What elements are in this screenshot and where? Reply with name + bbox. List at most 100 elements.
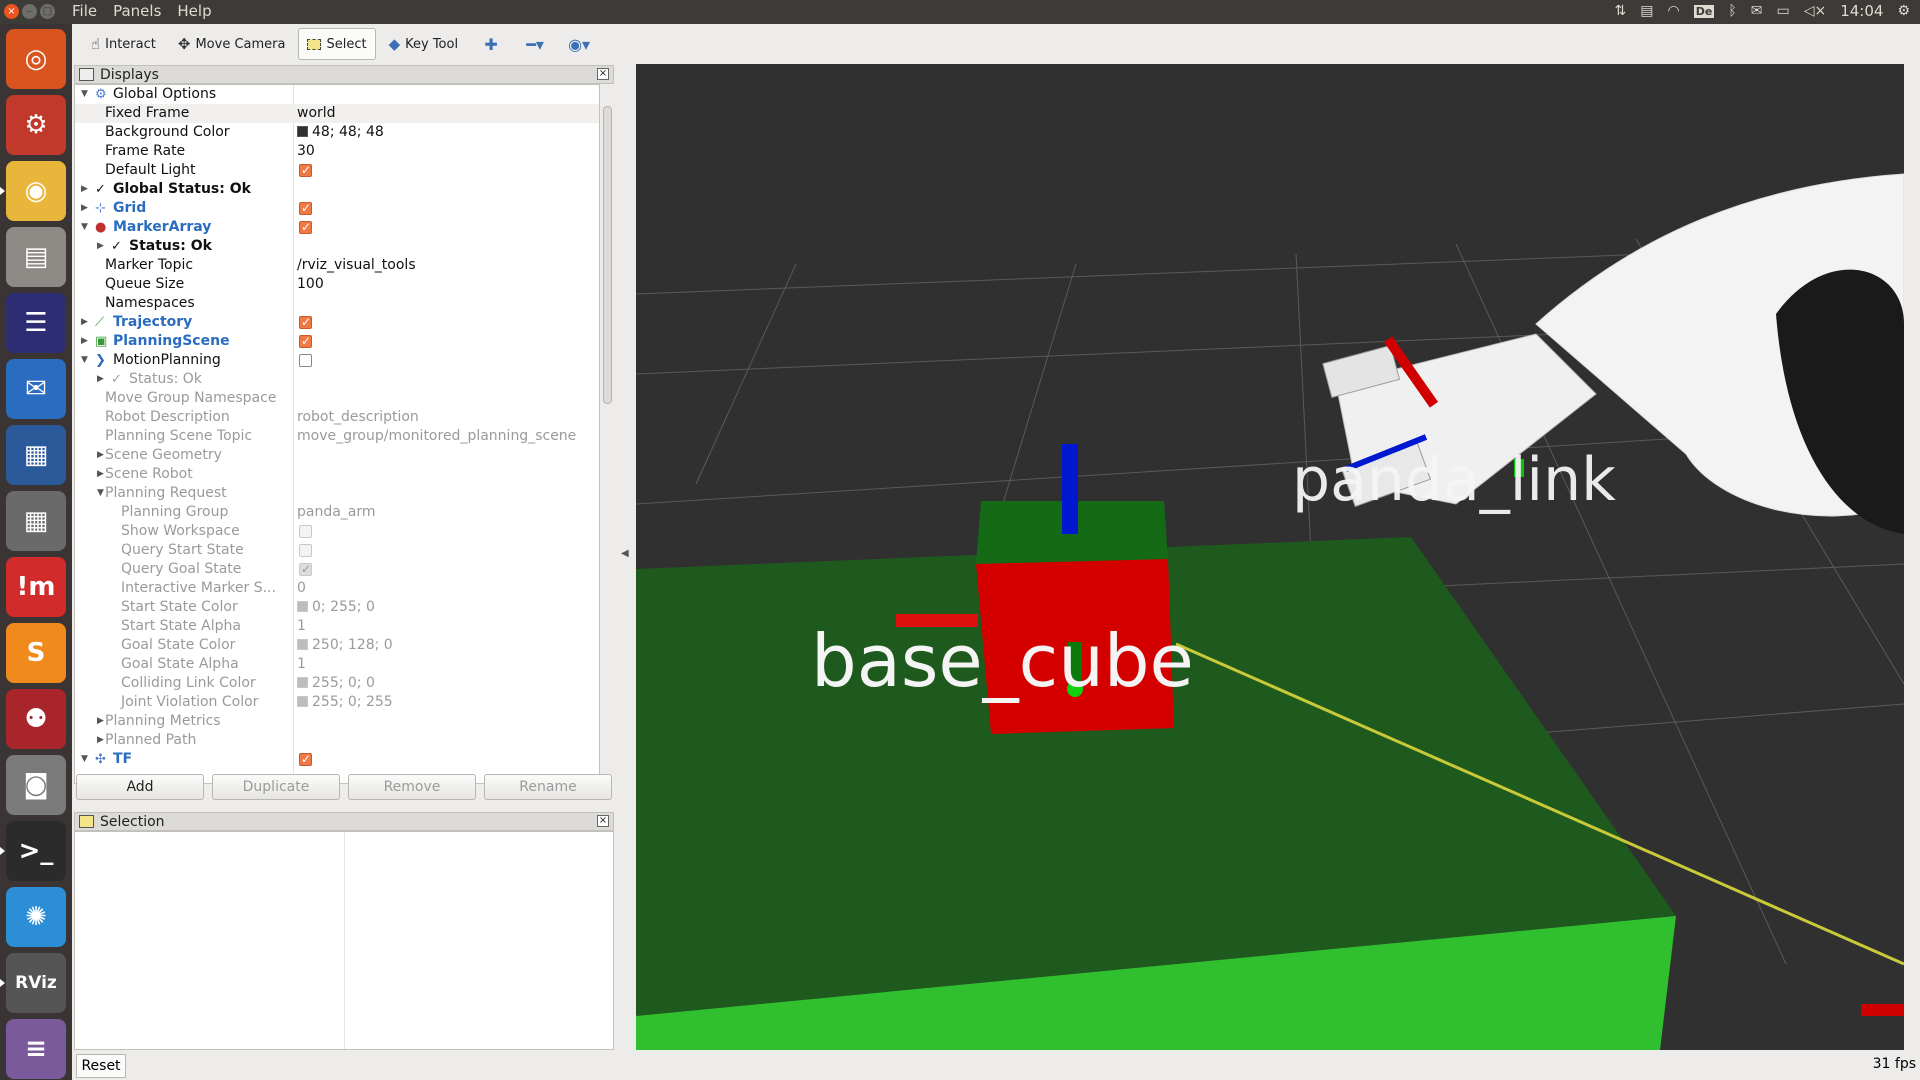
- view-options-button[interactable]: ◉▾: [559, 28, 599, 60]
- launcher-terminal-icon[interactable]: >_: [0, 821, 66, 881]
- display-row[interactable]: Interactive Marker S... 0: [75, 579, 599, 598]
- reset-button[interactable]: Reset: [76, 1054, 126, 1078]
- close-window-icon[interactable]: ×: [4, 4, 19, 19]
- remove-tool-button[interactable]: ━▾: [515, 28, 555, 60]
- display-row-value[interactable]: 255; 0; 0: [297, 674, 375, 693]
- expand-arrow-icon[interactable]: ▶: [81, 313, 88, 332]
- display-row[interactable]: Move Group Namespace: [75, 389, 599, 408]
- display-row[interactable]: ▶ Scene Robot: [75, 465, 599, 484]
- display-row-value[interactable]: 1: [297, 617, 306, 636]
- display-row-value[interactable]: 48; 48; 48: [297, 123, 384, 142]
- display-row[interactable]: ▶ ⊹ Grid: [75, 199, 599, 218]
- display-row[interactable]: Default Light: [75, 161, 599, 180]
- menu-help[interactable]: Help: [177, 2, 211, 20]
- display-row[interactable]: ▼ ❯ MotionPlanning: [75, 351, 599, 370]
- network-transfer-icon[interactable]: ⇅: [1615, 3, 1627, 19]
- expand-arrow-icon[interactable]: ▶: [97, 465, 104, 484]
- launcher-system-settings-icon[interactable]: ⚙: [6, 95, 66, 155]
- keyboard-layout-indicator[interactable]: De: [1693, 4, 1715, 18]
- enable-checkbox[interactable]: [299, 218, 312, 237]
- display-row[interactable]: ▶ ⟋ Trajectory: [75, 313, 599, 332]
- collapse-arrow-icon[interactable]: ▼: [81, 750, 88, 769]
- display-row[interactable]: ▶ Scene Geometry: [75, 446, 599, 465]
- display-row[interactable]: Goal State Color 250; 128; 0: [75, 636, 599, 655]
- enable-checkbox[interactable]: [299, 560, 312, 579]
- launcher-sublime-text-icon[interactable]: S: [6, 623, 66, 683]
- move-camera-tool[interactable]: ✥ Move Camera: [169, 28, 295, 60]
- display-row-value[interactable]: panda_arm: [297, 503, 376, 522]
- wifi-icon[interactable]: ◠: [1668, 3, 1680, 19]
- display-row[interactable]: ▼ ● MarkerArray: [75, 218, 599, 237]
- collapse-left-icon[interactable]: ◀: [621, 548, 629, 559]
- displays-scrollbar[interactable]: [601, 84, 614, 784]
- select-tool[interactable]: Select: [298, 28, 376, 60]
- launcher-chrome-icon[interactable]: ◉: [0, 161, 66, 221]
- clock[interactable]: 14:04: [1840, 2, 1883, 20]
- expand-arrow-icon[interactable]: ▶: [81, 332, 88, 351]
- bluetooth-icon[interactable]: ᛒ: [1728, 3, 1736, 19]
- enable-checkbox[interactable]: [299, 313, 312, 332]
- minimize-window-icon[interactable]: –: [22, 4, 37, 19]
- remove-button[interactable]: Remove: [348, 774, 476, 800]
- display-row[interactable]: Planning Scene Topic move_group/monitored…: [75, 427, 599, 446]
- scrollbar-thumb[interactable]: [603, 106, 612, 404]
- expand-arrow-icon[interactable]: ▶: [97, 370, 104, 389]
- expand-arrow-icon[interactable]: ▶: [97, 446, 104, 465]
- expand-arrow-icon[interactable]: ▶: [97, 712, 104, 731]
- launcher-camera-icon[interactable]: ◙: [6, 755, 66, 815]
- collapse-arrow-icon[interactable]: ▼: [97, 484, 104, 503]
- display-row-value[interactable]: /rviz_visual_tools: [297, 256, 416, 275]
- launcher-calculator-icon[interactable]: ▦: [6, 491, 66, 551]
- battery-icon[interactable]: ▭: [1776, 3, 1789, 19]
- add-tool-button[interactable]: ✚: [471, 28, 511, 60]
- display-row[interactable]: ▶ ✓ Status: Ok: [75, 370, 599, 389]
- display-row[interactable]: ▼ ✣ TF: [75, 750, 599, 769]
- maximize-window-icon[interactable]: □: [40, 4, 55, 19]
- close-icon[interactable]: ×: [597, 68, 609, 80]
- expand-arrow-icon[interactable]: ▶: [97, 237, 104, 256]
- collapse-arrow-icon[interactable]: ▼: [81, 85, 88, 104]
- display-row[interactable]: ▶ ▣ PlanningScene: [75, 332, 599, 351]
- display-row[interactable]: Namespaces: [75, 294, 599, 313]
- mail-icon[interactable]: ✉: [1751, 3, 1763, 19]
- clipboard-icon[interactable]: ▤: [1640, 3, 1653, 19]
- display-row[interactable]: Goal State Alpha 1: [75, 655, 599, 674]
- display-row-value[interactable]: 1: [297, 655, 306, 674]
- menu-panels[interactable]: Panels: [113, 2, 161, 20]
- display-row[interactable]: Joint Violation Color 255; 0; 255: [75, 693, 599, 712]
- display-row[interactable]: Robot Description robot_description: [75, 408, 599, 427]
- launcher-thunderbird-icon[interactable]: ✉: [6, 359, 66, 419]
- display-row[interactable]: ▶ Planned Path: [75, 731, 599, 750]
- enable-checkbox[interactable]: [299, 750, 312, 769]
- launcher-eclipse-icon[interactable]: ☰: [6, 293, 66, 353]
- display-row[interactable]: ▶ ✓ Status: Ok: [75, 237, 599, 256]
- display-row-value[interactable]: 250; 128; 0: [297, 636, 393, 655]
- enable-checkbox[interactable]: [299, 199, 312, 218]
- launcher-stack-icon[interactable]: ≡: [6, 1019, 66, 1079]
- display-row[interactable]: ▶ ✓ Global Status: Ok: [75, 180, 599, 199]
- launcher-impress-icon[interactable]: !m: [6, 557, 66, 617]
- display-row[interactable]: Query Start State: [75, 541, 599, 560]
- gear-icon[interactable]: ⚙: [1897, 3, 1910, 19]
- display-row-value[interactable]: robot_description: [297, 408, 419, 427]
- enable-checkbox[interactable]: [299, 525, 312, 538]
- expand-arrow-icon[interactable]: ▶: [81, 180, 88, 199]
- duplicate-button[interactable]: Duplicate: [212, 774, 340, 800]
- add-button[interactable]: Add: [76, 774, 204, 800]
- display-row[interactable]: ▼ Planning Request: [75, 484, 599, 503]
- expand-arrow-icon[interactable]: ▶: [97, 731, 104, 750]
- display-row[interactable]: Frame Rate 30: [75, 142, 599, 161]
- display-row[interactable]: ▶ Planning Metrics: [75, 712, 599, 731]
- display-row-value[interactable]: world: [297, 104, 336, 123]
- panel-splitter[interactable]: ◀: [616, 64, 636, 1050]
- display-row-value[interactable]: 255; 0; 255: [297, 693, 393, 712]
- display-row-value[interactable]: 30: [297, 142, 315, 161]
- launcher-virtualbox-icon[interactable]: ▦: [6, 425, 66, 485]
- display-row[interactable]: Marker Topic/rviz_visual_tools: [75, 256, 599, 275]
- display-row[interactable]: ▼ ⚙ Global Options: [75, 85, 599, 104]
- launcher-rviz-icon[interactable]: RViz: [0, 953, 66, 1013]
- display-row[interactable]: Planning Group panda_arm: [75, 503, 599, 522]
- collapse-arrow-icon[interactable]: ▼: [81, 351, 88, 370]
- display-row-value[interactable]: 100: [297, 275, 324, 294]
- interact-tool[interactable]: ☝ Interact: [82, 28, 165, 60]
